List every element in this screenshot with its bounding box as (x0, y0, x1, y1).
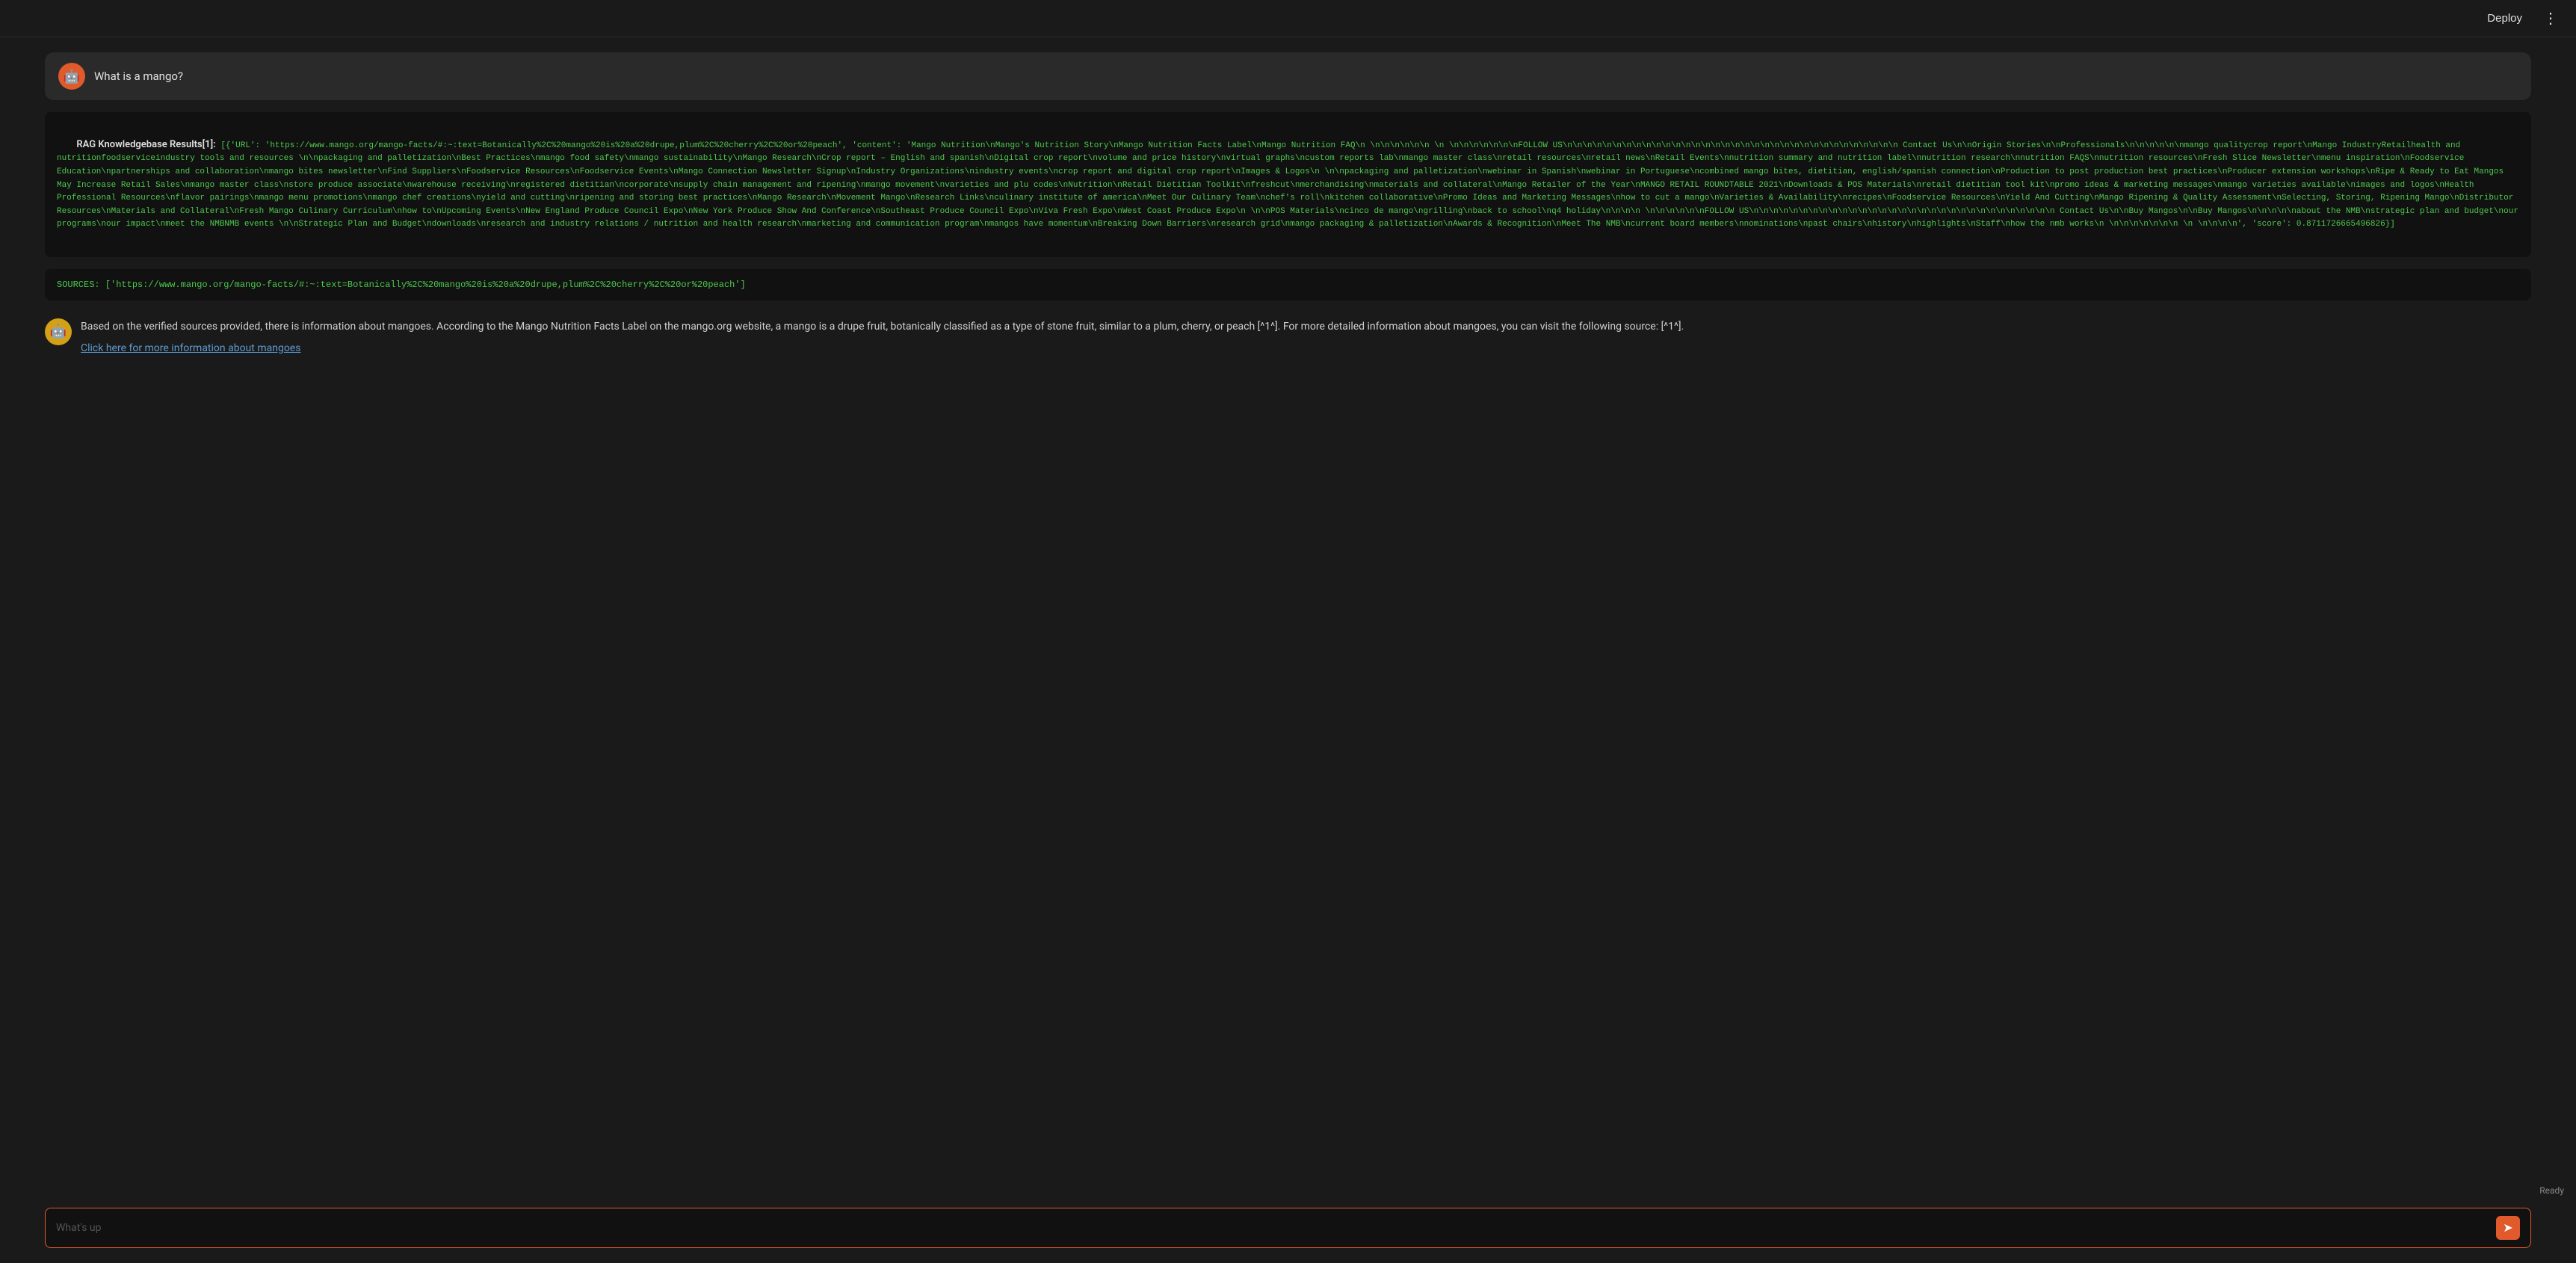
question-text: What is a mango? (94, 70, 183, 83)
sources-section: SOURCES: ['https://www.mango.org/mango-f… (45, 269, 2531, 300)
send-icon: ➤ (2503, 1220, 2512, 1235)
answer-content: Based on the verified sources provided, … (81, 318, 2531, 354)
input-area: ➤ (0, 1199, 2576, 1263)
bot-icon: 🤖 (64, 69, 80, 84)
rag-results-section: RAG Knowledgebase Results[1]: [{'URL': '… (45, 112, 2531, 257)
send-button[interactable]: ➤ (2496, 1216, 2520, 1240)
input-wrapper: ➤ (45, 1208, 2531, 1248)
status-bar: Ready (0, 1182, 2576, 1199)
rag-label: RAG Knowledgebase Results[1]: (76, 139, 215, 150)
top-bar: Deploy ⋮ (0, 0, 2576, 37)
more-options-button[interactable]: ⋮ (2537, 6, 2564, 31)
sources-text: SOURCES: ['https://www.mango.org/mango-f… (57, 280, 746, 290)
rag-content: [{'URL': 'https://www.mango.org/mango-fa… (57, 141, 2524, 229)
bot-avatar-answer: 🤖 (45, 318, 72, 345)
chat-container: 🤖 What is a mango? RAG Knowledgebase Res… (0, 37, 2576, 1182)
deploy-button[interactable]: Deploy (2481, 9, 2528, 28)
ready-status: Ready (2539, 1185, 2564, 1196)
answer-text: Based on the verified sources provided, … (81, 318, 2531, 335)
chat-input[interactable] (56, 1222, 2489, 1234)
question-bubble: 🤖 What is a mango? (45, 52, 2531, 100)
answer-link[interactable]: Click here for more information about ma… (81, 342, 300, 354)
bot-avatar-question: 🤖 (58, 63, 85, 90)
bot-icon-answer: 🤖 (50, 324, 67, 339)
answer-section: 🤖 Based on the verified sources provided… (45, 312, 2531, 360)
